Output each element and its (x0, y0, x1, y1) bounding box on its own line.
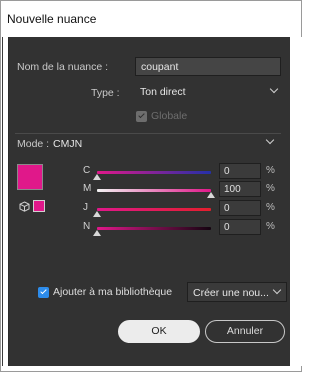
slider-track-m[interactable] (97, 189, 211, 192)
mode-select[interactable]: Mode : CMJN (15, 134, 281, 154)
out-of-gamut-cube-icon[interactable] (19, 201, 30, 212)
right-edge (290, 37, 302, 366)
check-icon (137, 111, 145, 119)
global-checkbox[interactable] (136, 111, 147, 122)
library-target-value: Créer une nou... (193, 287, 269, 299)
type-label: Type : (91, 87, 120, 99)
library-target-select[interactable]: Créer une nou... (187, 282, 287, 302)
percent-unit-label: % (266, 165, 275, 176)
global-label: Globale (151, 110, 188, 122)
mode-chevron-down-icon (265, 135, 275, 145)
type-value: Ton direct (140, 86, 186, 98)
slider-value-c[interactable]: 0 (219, 163, 261, 179)
check-icon (39, 287, 47, 295)
add-to-library-label: Ajouter à ma bibliothèque (53, 286, 173, 298)
type-chevron-down-icon (269, 84, 279, 94)
slider-track-j[interactable] (97, 208, 211, 211)
ok-button[interactable]: OK (118, 320, 200, 343)
slider-label-n: N (83, 221, 91, 232)
gamut-correction-swatch[interactable] (33, 200, 45, 212)
add-to-library-checkbox[interactable] (38, 287, 49, 298)
mode-label: Mode : (17, 138, 50, 150)
slider-thumb-n[interactable] (93, 230, 101, 236)
slider-label-m: M (83, 183, 92, 194)
percent-unit-label: % (266, 183, 275, 194)
slider-label-c: C (83, 165, 91, 176)
slider-track-n[interactable] (97, 227, 211, 230)
title-bar: Nouvelle nuance (1, 1, 301, 37)
percent-unit-label: % (266, 202, 275, 213)
slider-thumb-m[interactable] (207, 192, 215, 198)
swatch-name-input[interactable]: coupant (135, 57, 281, 76)
color-preview-swatch (17, 164, 43, 190)
cancel-button[interactable]: Annuler (205, 320, 285, 343)
type-select[interactable]: Ton direct (135, 83, 283, 101)
percent-unit-label: % (266, 221, 275, 232)
slider-value-m[interactable]: 100 (219, 181, 261, 197)
slider-label-j: J (83, 202, 88, 213)
dialog-title: Nouvelle nuance (7, 12, 97, 26)
slider-value-j[interactable]: 0 (219, 200, 261, 216)
slider-thumb-j[interactable] (93, 211, 101, 217)
slider-track-c[interactable] (97, 171, 211, 174)
left-edge (2, 37, 3, 366)
library-chevron-down-icon (272, 285, 282, 295)
swatch-name-label: Nom de la nuance : (17, 61, 109, 73)
dialog-window: Nouvelle nuance Nom de la nuance : coupa… (0, 0, 302, 372)
dialog-panel: Nom de la nuance : coupant Type : Ton di… (8, 37, 290, 366)
slider-thumb-c[interactable] (93, 174, 101, 180)
slider-value-n[interactable]: 0 (219, 219, 261, 235)
mode-value: CMJN (53, 138, 83, 150)
